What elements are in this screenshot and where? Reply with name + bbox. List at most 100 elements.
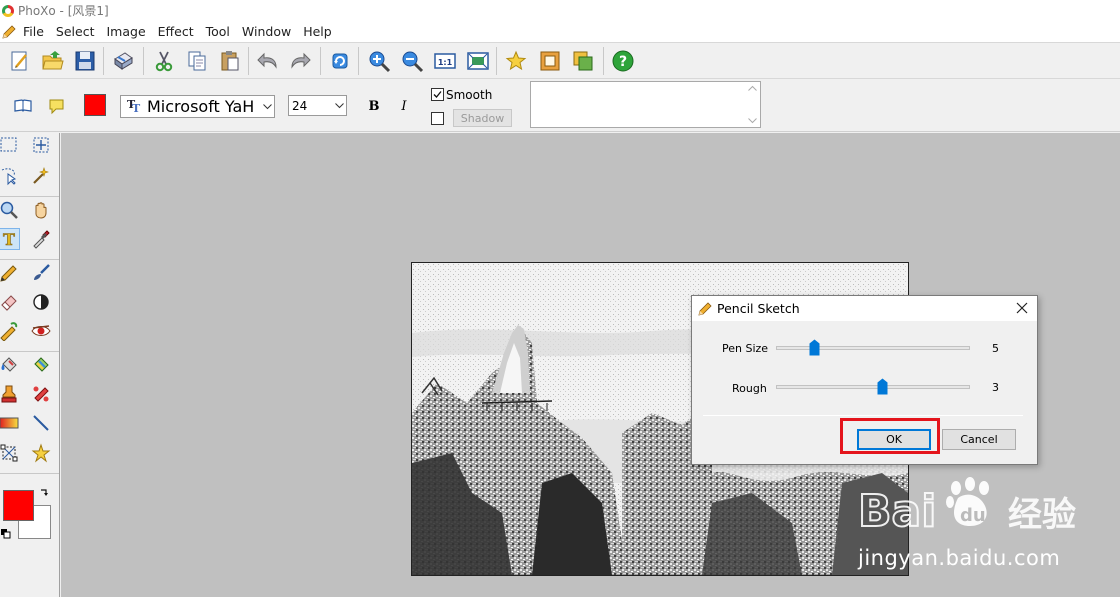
rough-slider-thumb[interactable] — [877, 378, 888, 395]
text-tool[interactable]: T — [0, 228, 20, 250]
shape-tool[interactable] — [30, 442, 52, 464]
actual-size-button[interactable]: 1:1 — [432, 48, 458, 74]
pencil-menu-icon[interactable] — [1, 24, 17, 40]
rough-value: 3 — [992, 381, 999, 394]
text-input[interactable] — [530, 81, 761, 128]
menu-window[interactable]: Window — [236, 21, 297, 42]
save-button[interactable] — [72, 48, 98, 74]
heal-tool[interactable] — [30, 383, 52, 405]
magic-wand-tool[interactable] — [30, 165, 52, 187]
layers-button[interactable] — [570, 48, 596, 74]
text-color-swatch[interactable] — [84, 94, 106, 116]
frame-icon — [540, 51, 560, 71]
stamp-tool[interactable] — [0, 383, 20, 405]
zoom-tool[interactable] — [0, 199, 20, 221]
copy-button[interactable] — [184, 48, 210, 74]
new-file-button[interactable] — [7, 48, 33, 74]
close-icon[interactable] — [1015, 301, 1029, 315]
pencil-icon — [698, 301, 712, 316]
font-family-select[interactable]: TT Microsoft YaH — [120, 95, 275, 118]
font-size-value: 24 — [292, 98, 308, 113]
main-toolbar: 1:1 ? — [0, 42, 1120, 79]
contrast-tool[interactable] — [30, 291, 52, 313]
paste-button[interactable] — [217, 48, 243, 74]
dialog-divider — [703, 415, 1023, 416]
italic-button[interactable]: I — [397, 99, 411, 114]
text-input-scrollbar[interactable] — [745, 82, 760, 127]
swap-colors-icon[interactable] — [39, 488, 49, 498]
title-bar: PhoXo - [风景1] — [0, 0, 1120, 21]
rotate-button[interactable] — [327, 48, 353, 74]
redo-icon — [291, 52, 311, 69]
svg-text:T: T — [3, 230, 15, 249]
bandage-icon — [33, 386, 49, 402]
shadow-button[interactable]: Shadow — [453, 109, 512, 127]
window-title: PhoXo - [风景1] — [18, 4, 109, 18]
menu-file[interactable]: File — [21, 21, 50, 42]
truetype-icon: TT — [127, 97, 141, 115]
scanner-icon — [114, 52, 133, 70]
folder-icon — [42, 51, 64, 70]
speech-bubble-icon[interactable] — [48, 97, 66, 115]
eyedropper-icon — [33, 230, 50, 249]
eraser-icon — [1, 295, 17, 311]
rect-select-icon — [0, 137, 17, 152]
redo-button[interactable] — [287, 48, 313, 74]
fit-window-button[interactable] — [465, 48, 491, 74]
help-button[interactable]: ? — [610, 48, 636, 74]
pen-size-slider[interactable] — [776, 346, 970, 350]
chevron-down-icon[interactable] — [748, 118, 757, 124]
layers-icon — [573, 51, 593, 71]
font-family-value: Microsoft YaH — [147, 97, 255, 116]
favorite-button[interactable] — [503, 48, 529, 74]
lasso-tool[interactable] — [0, 165, 20, 187]
rough-slider[interactable] — [776, 385, 970, 389]
help-icon: ? — [612, 50, 634, 72]
brush-tool[interactable] — [30, 262, 52, 284]
gradient-tool[interactable] — [0, 412, 20, 434]
magic-wand-icon — [33, 167, 49, 184]
open-file-button[interactable] — [40, 48, 66, 74]
menu-effect[interactable]: Effect — [152, 21, 200, 42]
cut-button[interactable] — [151, 48, 177, 74]
ok-button-highlight — [840, 418, 940, 454]
zoom-out-button[interactable] — [399, 48, 425, 74]
hand-tool[interactable] — [30, 199, 52, 221]
shadow-checkbox[interactable] — [431, 112, 444, 125]
rect-select-tool[interactable] — [0, 134, 20, 156]
contrast-icon — [33, 294, 49, 310]
menu-tool[interactable]: Tool — [200, 21, 236, 42]
chevron-up-icon[interactable] — [748, 85, 757, 91]
red-eye-tool[interactable] — [30, 320, 52, 342]
menu-image[interactable]: Image — [100, 21, 151, 42]
frame-button[interactable] — [537, 48, 563, 74]
foreground-color-swatch[interactable] — [3, 490, 34, 521]
menu-select[interactable]: Select — [50, 21, 101, 42]
book-icon[interactable] — [14, 97, 32, 115]
pencil-tool[interactable] — [0, 262, 20, 284]
phoxo-logo-icon — [2, 4, 14, 17]
bold-button[interactable]: B — [367, 99, 381, 114]
zoom-in-button[interactable] — [366, 48, 392, 74]
font-size-select[interactable]: 24 — [288, 95, 347, 116]
floppy-disk-icon — [75, 51, 95, 71]
gradient-fill-tool[interactable] — [30, 354, 52, 376]
text-tool-icon: T — [3, 230, 16, 249]
reset-colors-icon[interactable] — [0, 528, 12, 540]
cancel-button[interactable]: Cancel — [942, 429, 1016, 450]
move-selection-tool[interactable] — [30, 134, 52, 156]
rough-label: Rough — [732, 382, 767, 395]
undo-button[interactable] — [255, 48, 281, 74]
pen-size-slider-thumb[interactable] — [809, 339, 820, 356]
fill-tool[interactable] — [0, 354, 20, 376]
smooth-checkbox[interactable] — [431, 88, 444, 101]
rotate-icon — [332, 53, 348, 69]
line-tool[interactable] — [30, 412, 52, 434]
menu-help[interactable]: Help — [297, 21, 338, 42]
clipboard-icon — [221, 51, 239, 71]
smudge-tool[interactable] — [0, 320, 20, 342]
scan-button[interactable] — [110, 48, 136, 74]
crop-tool[interactable] — [0, 442, 20, 464]
eyedropper-tool[interactable] — [30, 228, 52, 250]
eraser-tool[interactable] — [0, 291, 20, 313]
